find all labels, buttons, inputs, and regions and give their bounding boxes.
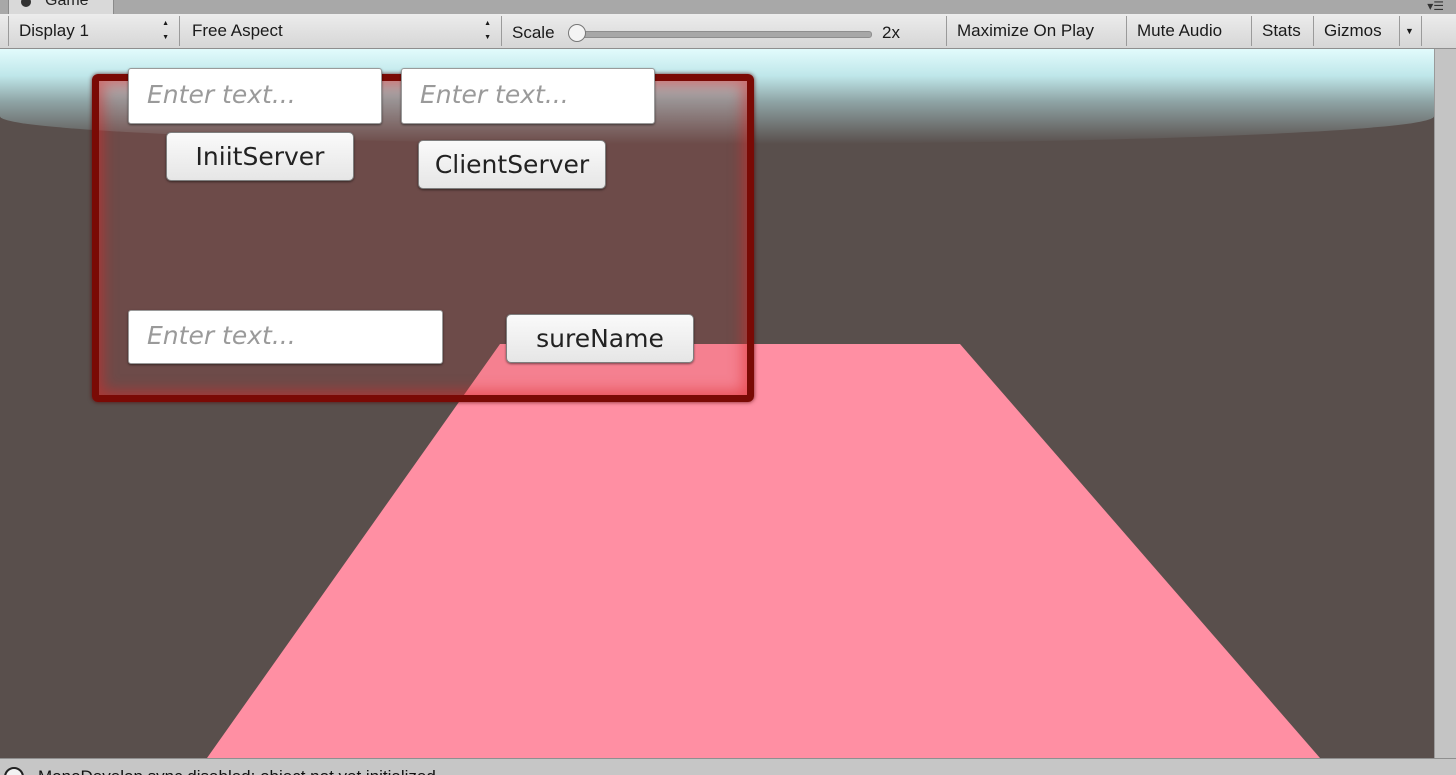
text-input-3[interactable]: Enter text... [128, 310, 443, 364]
status-bar: MonoDevelop sync disabled: object not ye… [0, 758, 1456, 775]
text-input-2[interactable]: Enter text... [401, 68, 655, 124]
text-input-1[interactable]: Enter text... [128, 68, 382, 124]
scale-value: 2x [882, 23, 900, 42]
game-viewport[interactable]: Enter text... Enter text... IniitServer … [0, 49, 1434, 758]
mute-audio-toggle[interactable]: Mute Audio [1127, 16, 1252, 46]
gizmos-label: Gizmos [1324, 21, 1382, 40]
mute-audio-label: Mute Audio [1137, 21, 1223, 40]
stats-toggle[interactable]: Stats [1252, 16, 1314, 46]
init-server-label: IniitServer [195, 142, 325, 171]
maximize-on-play-label: Maximize On Play [957, 21, 1094, 40]
text-input-2-placeholder: Enter text... [420, 80, 569, 109]
stats-label: Stats [1262, 21, 1301, 40]
tab-game[interactable]: Game [8, 0, 114, 14]
gizmos-toggle[interactable]: Gizmos [1314, 16, 1400, 46]
text-input-1-placeholder: Enter text... [147, 80, 296, 109]
right-edge-panel [1434, 49, 1456, 758]
surename-label: sureName [536, 324, 664, 353]
aspect-dropdown[interactable]: Free Aspect ▲ ▼ [182, 16, 502, 46]
text-input-3-placeholder: Enter text... [147, 321, 296, 350]
gizmos-dropdown[interactable]: ▼ [1400, 16, 1422, 46]
updown-arrows-icon: ▲ ▼ [162, 20, 169, 41]
display-dropdown-label: Display 1 [19, 21, 89, 40]
updown-arrows-icon: ▲ ▼ [484, 20, 491, 41]
scale-slider-track[interactable] [578, 31, 872, 38]
panel-menu-icon[interactable]: ▾☰ [1427, 0, 1444, 12]
game-toolbar: Display 1 ▲ ▼ Free Aspect ▲ ▼ Scale 2x Max… [0, 14, 1456, 49]
chevron-down-icon: ▼ [1405, 26, 1414, 36]
aspect-dropdown-label: Free Aspect [192, 21, 283, 40]
maximize-on-play-toggle[interactable]: Maximize On Play [947, 16, 1127, 46]
client-server-label: ClientServer [434, 150, 590, 179]
game-tab-icon [21, 0, 31, 7]
tab-game-label: Game [45, 0, 89, 9]
tab-strip: Game ▾☰ [0, 0, 1456, 14]
scale-label: Scale [512, 23, 555, 42]
display-dropdown[interactable]: Display 1 ▲ ▼ [9, 16, 180, 46]
pink-plane-surface [207, 344, 1320, 758]
client-server-button[interactable]: ClientServer [418, 140, 606, 189]
surename-button[interactable]: sureName [506, 314, 694, 363]
scale-slider-thumb[interactable] [568, 24, 586, 42]
init-server-button[interactable]: IniitServer [166, 132, 354, 181]
